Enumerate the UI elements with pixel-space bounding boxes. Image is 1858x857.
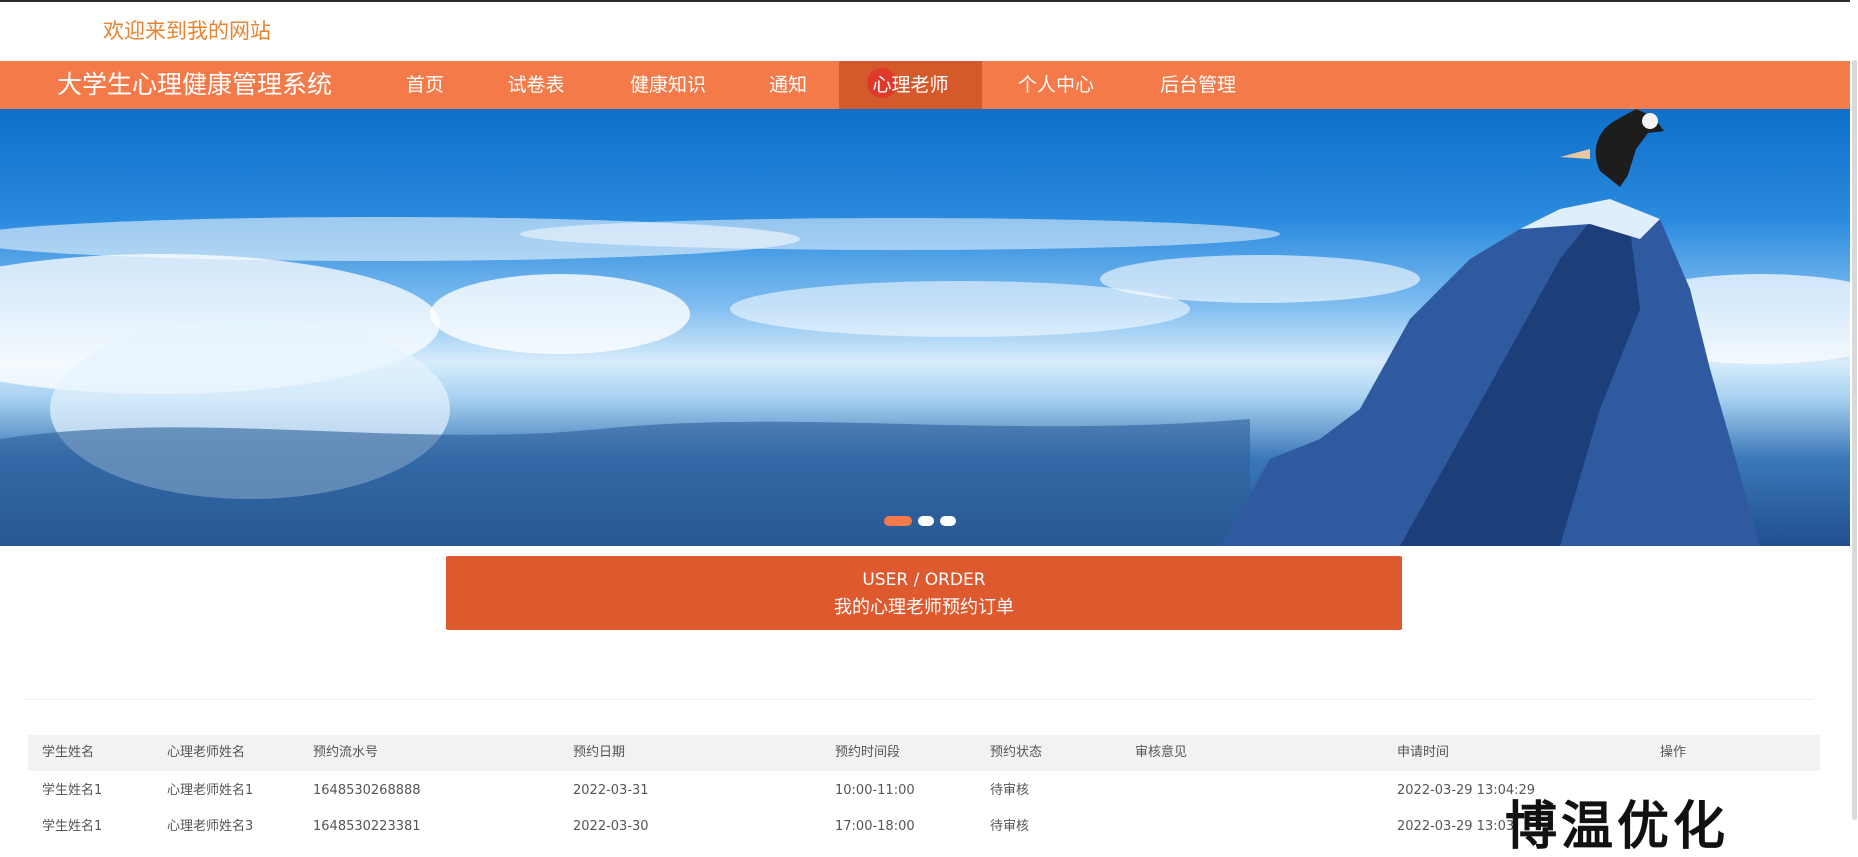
cell-serial-no: 1648530268888 bbox=[313, 783, 421, 798]
banner-image bbox=[0, 109, 1850, 546]
scrollbar-thumb[interactable] bbox=[1852, 60, 1857, 820]
nav-psychology-teachers[interactable]: 心理老师 bbox=[839, 61, 982, 109]
cell-date: 2022-03-31 bbox=[573, 783, 649, 798]
cell-apply-time: 2022-03-29 13:03: bbox=[1397, 819, 1519, 834]
window-top-border bbox=[0, 0, 1858, 2]
col-date: 预约日期 bbox=[573, 745, 626, 760]
table-header bbox=[28, 735, 1820, 771]
col-teacher-name: 心理老师姓名 bbox=[167, 745, 246, 760]
order-section-title: USER / ORDER 我的心理老师预约订单 bbox=[446, 556, 1402, 630]
col-student-name: 学生姓名 bbox=[42, 745, 95, 760]
nav-notices[interactable]: 通知 bbox=[748, 61, 828, 109]
order-title-cn: 我的心理老师预约订单 bbox=[834, 597, 1014, 618]
cell-time-slot: 17:00-18:00 bbox=[835, 819, 915, 834]
col-apply-time: 申请时间 bbox=[1397, 745, 1450, 760]
nav-personal-center[interactable]: 个人中心 bbox=[1000, 61, 1112, 109]
site-title[interactable]: 大学生心理健康管理系统 bbox=[57, 61, 332, 109]
nav-health-knowledge[interactable]: 健康知识 bbox=[600, 61, 736, 109]
banner-carousel[interactable] bbox=[0, 109, 1850, 546]
welcome-text: 欢迎来到我的网站 bbox=[103, 19, 271, 43]
col-review: 审核意见 bbox=[1135, 745, 1188, 760]
section-divider bbox=[24, 699, 1814, 700]
cell-student-name: 学生姓名1 bbox=[42, 783, 103, 798]
col-actions: 操作 bbox=[1660, 745, 1687, 760]
cell-teacher-name: 心理老师姓名3 bbox=[167, 819, 254, 834]
cell-date: 2022-03-30 bbox=[573, 819, 649, 834]
watermark-overlay-text: 博温优化 bbox=[1505, 797, 1730, 857]
cell-time-slot: 10:00-11:00 bbox=[835, 783, 915, 798]
nav-exam-papers[interactable]: 试卷表 bbox=[486, 61, 586, 109]
carousel-dot-2[interactable] bbox=[918, 516, 934, 526]
cell-serial-no: 1648530223381 bbox=[313, 819, 421, 834]
vertical-scrollbar[interactable] bbox=[1850, 0, 1858, 829]
cell-teacher-name: 心理老师姓名1 bbox=[167, 783, 254, 798]
carousel-dot-1[interactable] bbox=[884, 516, 912, 526]
cell-status: 待审核 bbox=[990, 783, 1030, 798]
carousel-dot-3[interactable] bbox=[940, 516, 956, 526]
carousel-indicators bbox=[884, 516, 956, 526]
col-status: 预约状态 bbox=[990, 745, 1043, 760]
nav-home[interactable]: 首页 bbox=[384, 61, 466, 109]
col-time-slot: 预约时间段 bbox=[835, 745, 901, 760]
cell-status: 待审核 bbox=[990, 819, 1030, 834]
nav-admin[interactable]: 后台管理 bbox=[1128, 61, 1268, 109]
col-serial-no: 预约流水号 bbox=[313, 745, 379, 760]
cell-student-name: 学生姓名1 bbox=[42, 819, 103, 834]
order-title-en: USER / ORDER bbox=[862, 570, 986, 590]
